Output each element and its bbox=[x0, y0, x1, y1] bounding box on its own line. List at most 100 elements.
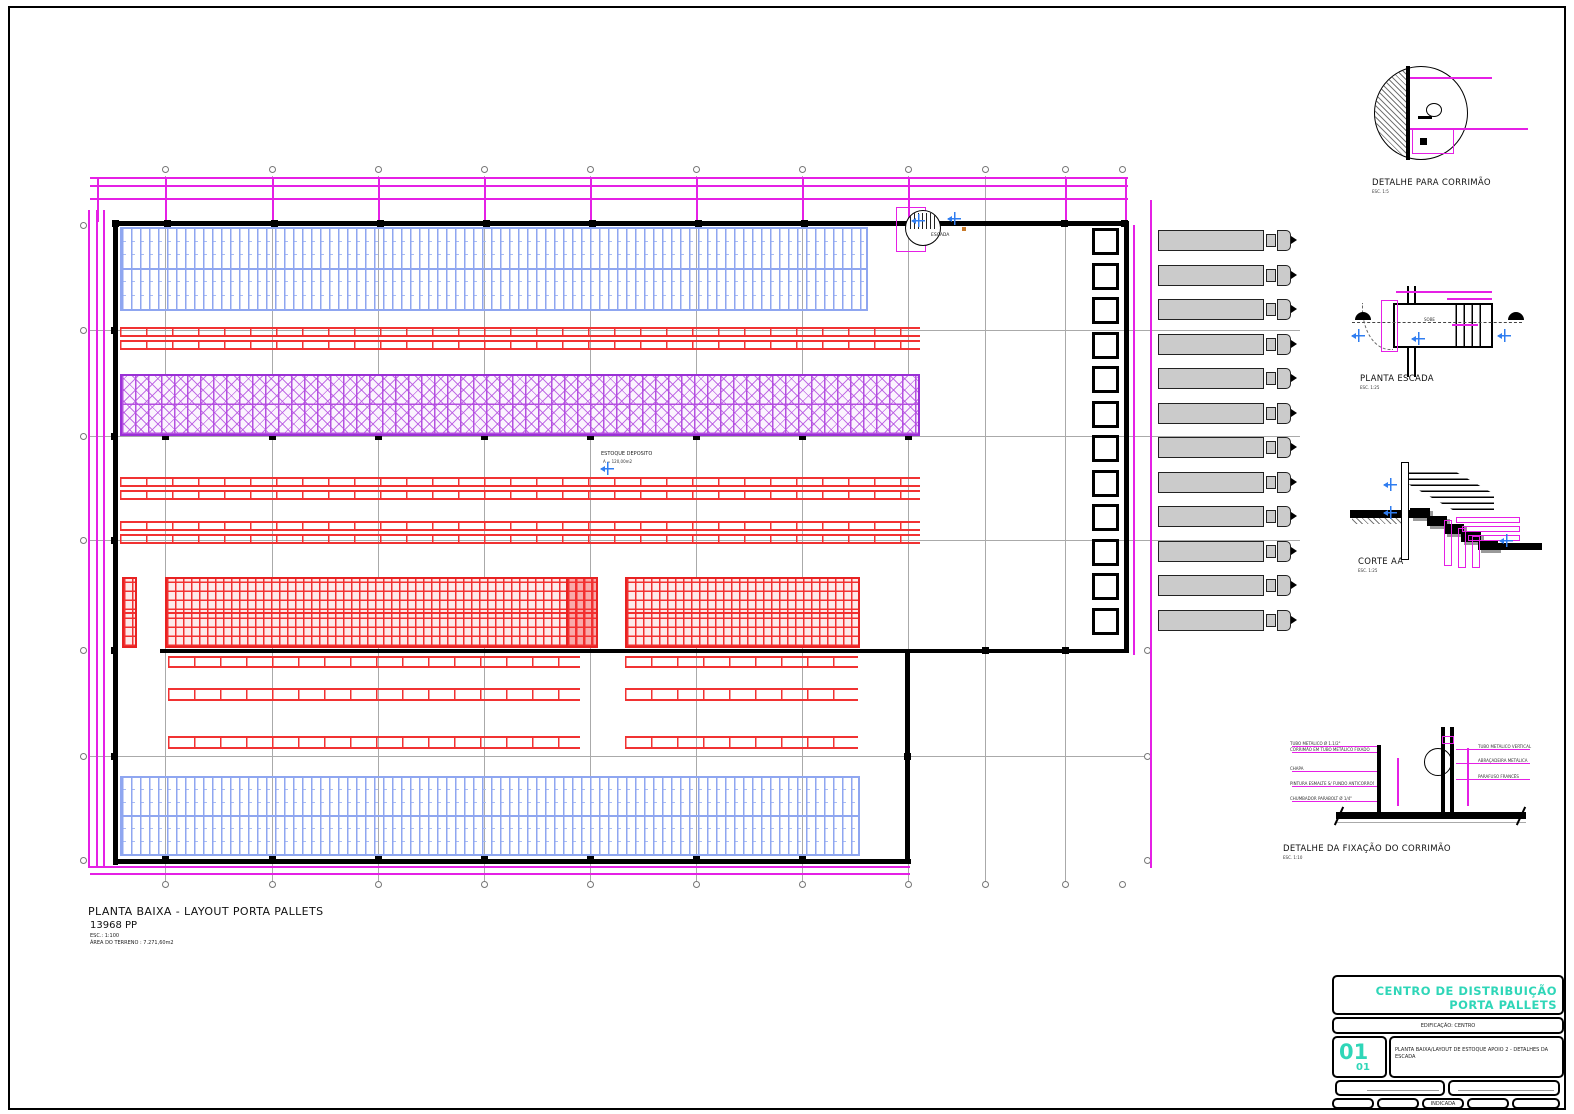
dimension-tick bbox=[1125, 177, 1127, 222]
dock-door bbox=[1092, 435, 1119, 462]
dim-line bbox=[1447, 298, 1492, 300]
pallet-rack-red-row bbox=[168, 688, 580, 701]
grid-bubble bbox=[80, 647, 87, 654]
tb-sheet-cell: 01 01 bbox=[1332, 1036, 1387, 1078]
dim-box bbox=[1442, 736, 1454, 744]
truck-cab bbox=[1277, 506, 1291, 527]
dimension-line bbox=[90, 185, 1128, 187]
vertical-dim bbox=[1397, 758, 1399, 806]
dimension-tick bbox=[272, 177, 274, 222]
dock-door bbox=[1092, 539, 1119, 566]
level-marker-icon bbox=[1498, 329, 1511, 342]
leader-note: PARAFUSO FRANCÊS bbox=[1478, 774, 1558, 779]
pallet-rack-red-row bbox=[120, 490, 920, 500]
leader-note: ABRAÇADEIRA METÁLICA bbox=[1478, 758, 1558, 763]
grid-bubble bbox=[905, 166, 912, 173]
tb-signature-cell bbox=[1335, 1080, 1445, 1096]
grid-bubble bbox=[1119, 166, 1126, 173]
building-label: EDIFICAÇÃO: CENTRO bbox=[1334, 1023, 1562, 1029]
grid-bubble bbox=[982, 166, 989, 173]
stairplan-scale: ESC. 1:25 bbox=[1360, 385, 1379, 390]
stairplan-wall bbox=[1414, 286, 1416, 304]
dimension-line bbox=[90, 198, 1128, 200]
floor-plan: TUBO METÁLICO Ø 1.1/2"CORRIMÃO EM TUBO M… bbox=[0, 0, 1574, 1114]
stair-label: ESCADA bbox=[931, 233, 949, 238]
sheet-number: 01 bbox=[1339, 1040, 1368, 1064]
tb-description-cell: PLANTA BAIXA/LAYOUT DE ESTOQUE APOIO 2 -… bbox=[1389, 1036, 1564, 1078]
truck-hitch bbox=[1266, 510, 1276, 523]
dimension-line bbox=[90, 866, 910, 868]
truck-cab bbox=[1277, 472, 1291, 493]
stairplan-wall bbox=[1414, 347, 1416, 377]
scale-value: INDICADA bbox=[1424, 1101, 1462, 1107]
grid-bubble bbox=[481, 881, 488, 888]
stairplan-wall bbox=[1407, 286, 1409, 304]
truck-trailer bbox=[1158, 334, 1264, 355]
truck-arrow-icon bbox=[1291, 581, 1301, 589]
level-marker-icon bbox=[1384, 506, 1397, 519]
wall-bottom bbox=[113, 859, 911, 864]
tb-small-cell bbox=[1512, 1098, 1560, 1109]
dock-door bbox=[1092, 263, 1119, 290]
dimension-tick bbox=[1065, 177, 1067, 222]
sobe-label: SOBE bbox=[1424, 317, 1435, 322]
truck-trailer bbox=[1158, 230, 1264, 251]
sheet-description-line1: PLANTA BAIXA/LAYOUT DE ESTOQUE APOIO 2 -… bbox=[1395, 1047, 1548, 1053]
grid-bubble bbox=[162, 166, 169, 173]
pallet-rack-red-block bbox=[625, 577, 860, 648]
truck-hitch bbox=[1266, 476, 1276, 489]
pallet-rack-red-row bbox=[625, 688, 858, 701]
level-marker-icon bbox=[1500, 534, 1513, 547]
leader-note: CHAPA bbox=[1290, 766, 1374, 771]
dimension-line bbox=[1133, 225, 1135, 655]
handrail-post bbox=[1377, 745, 1381, 813]
dimension-tick bbox=[165, 177, 167, 222]
handrail-arm bbox=[1418, 116, 1432, 119]
truck-arrow-icon bbox=[1291, 374, 1301, 382]
leader-line bbox=[1292, 786, 1377, 787]
tb-company-cell: CENTRO DE DISTRIBUIÇÃO PORTA PALLETS bbox=[1332, 975, 1564, 1015]
drawing-sheet: TUBO METÁLICO Ø 1.1/2"CORRIMÃO EM TUBO M… bbox=[0, 0, 1574, 1114]
dimension-tick bbox=[696, 177, 698, 222]
truck-hitch bbox=[1266, 234, 1276, 247]
pallet-rack-red-row bbox=[120, 340, 920, 350]
vertical-dim bbox=[1467, 748, 1469, 806]
grid-line-vertical bbox=[985, 176, 986, 882]
fixacao-scale: ESC. 1:10 bbox=[1283, 855, 1302, 860]
slab-line bbox=[1336, 822, 1526, 823]
dimension-line bbox=[88, 210, 90, 868]
truck-trailer bbox=[1158, 506, 1264, 527]
truck-arrow-icon bbox=[1291, 305, 1301, 313]
grid-bubble bbox=[905, 881, 912, 888]
grid-bubble bbox=[80, 433, 87, 440]
dock-door bbox=[1092, 504, 1119, 531]
plan-scale: ESC.: 1:100 bbox=[90, 933, 119, 939]
plan-area: ÁREA DO TERRENO : 7.271,60m2 bbox=[90, 940, 174, 946]
truck-cab bbox=[1277, 265, 1291, 286]
truck-arrow-icon bbox=[1291, 236, 1301, 244]
truck-cab bbox=[1277, 230, 1291, 251]
level-marker-icon bbox=[1384, 478, 1397, 491]
company-name-line1: CENTRO DE DISTRIBUIÇÃO bbox=[1376, 984, 1557, 998]
grid-line-vertical bbox=[1065, 176, 1066, 882]
tb-small-cell bbox=[1377, 1098, 1419, 1109]
pallet-rack-red-row bbox=[168, 656, 580, 668]
fixacao-title: DETALHE DA FIXAÇÃO DO CORRIMÃO bbox=[1283, 844, 1451, 854]
dock-door bbox=[1092, 573, 1119, 600]
dim-box bbox=[1444, 520, 1452, 566]
truck-hitch bbox=[1266, 338, 1276, 351]
truck-trailer bbox=[1158, 368, 1264, 389]
truck-arrow-icon bbox=[1291, 443, 1301, 451]
truck-cab bbox=[1277, 541, 1291, 562]
truck-cab bbox=[1277, 368, 1291, 389]
pallet-rack-red-block-dense bbox=[566, 577, 598, 648]
plan-title: PLANTA BAIXA - LAYOUT PORTA PALLETS bbox=[88, 905, 323, 918]
dimension-line bbox=[90, 177, 1128, 179]
truck-cab bbox=[1277, 403, 1291, 424]
truck-hitch bbox=[1266, 407, 1276, 420]
grid-bubble bbox=[1062, 881, 1069, 888]
dimension-tick bbox=[802, 177, 804, 222]
corrimao-title: DETALHE PARA CORRIMÃO bbox=[1372, 178, 1491, 188]
truck-hitch bbox=[1266, 269, 1276, 282]
dim-box bbox=[1462, 526, 1520, 532]
